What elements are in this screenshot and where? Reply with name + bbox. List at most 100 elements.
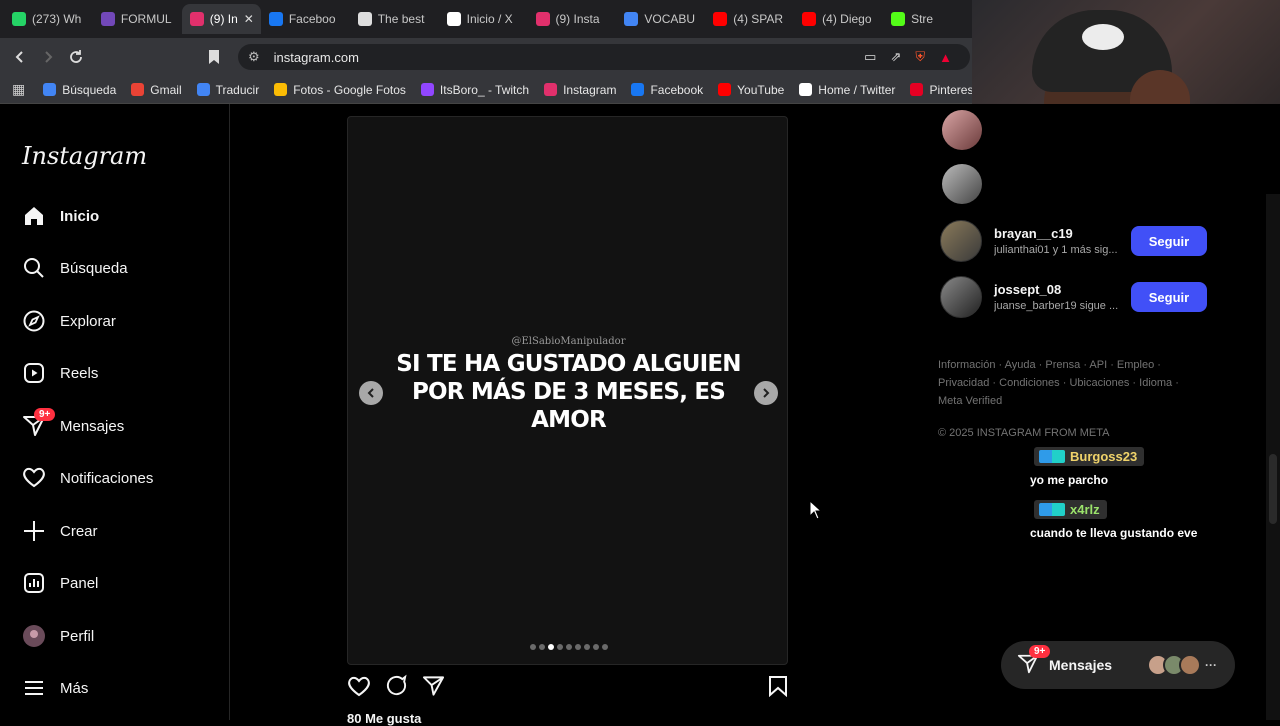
site-settings-icon[interactable]: ⚙: [248, 49, 260, 65]
like-button[interactable]: [347, 675, 371, 702]
bookmark-favicon-icon: [799, 83, 813, 96]
bookmark-favicon-icon: [910, 83, 924, 96]
nav-label: Búsqueda: [60, 259, 128, 277]
forward-button[interactable]: [34, 43, 62, 71]
bookmark-item[interactable]: Instagram: [544, 83, 616, 97]
tab-label: Faceboo: [288, 12, 336, 26]
share-post-button[interactable]: [422, 675, 445, 702]
menu-icon: [22, 676, 46, 700]
bookmark-label: Pinterest -: [929, 82, 972, 97]
bookmark-item[interactable]: Facebook: [631, 83, 703, 97]
messages-floating-button[interactable]: 9+ Mensajes ···: [1001, 641, 1235, 689]
bookmark-item[interactable]: Fotos - Google Fotos: [274, 83, 406, 97]
suggestion-avatar[interactable]: [942, 164, 982, 204]
bookmark-item[interactable]: Búsqueda: [43, 83, 116, 97]
bookmark-item[interactable]: Traducir: [196, 82, 260, 97]
search-icon: [22, 256, 46, 280]
comment-icon: [386, 674, 407, 696]
browser-tab[interactable]: VOCABU: [616, 4, 705, 34]
nav-item-avatar[interactable]: Perfil: [22, 624, 94, 648]
browser-tab[interactable]: FORMUL: [93, 4, 182, 34]
home-icon: [22, 204, 46, 228]
suggestion-avatar[interactable]: [940, 220, 982, 262]
bookmark-item[interactable]: YouTube: [718, 83, 784, 97]
browser-tab[interactable]: (9) In ✕: [181, 4, 261, 34]
browser-tab[interactable]: The best: [350, 4, 439, 34]
nav-item-home[interactable]: Inicio: [22, 204, 99, 228]
carousel-prev-button[interactable]: [359, 381, 383, 405]
messages-badge: 9+: [1029, 644, 1051, 658]
chevron-left-icon: [367, 388, 374, 398]
save-post-button[interactable]: [768, 675, 788, 702]
browser-tab[interactable]: Stre: [883, 4, 972, 34]
nav-label: Reels: [60, 364, 99, 382]
nav-item-menu[interactable]: Más: [22, 676, 88, 700]
cast-icon[interactable]: ▭: [864, 49, 876, 65]
carousel-dot: [538, 644, 545, 650]
post-text: SI TE HA GUSTADO ALGUIEN POR MÁS DE 3 ME…: [348, 350, 787, 434]
bookmark-favicon-icon: [718, 83, 732, 96]
apps-grid-icon[interactable]: ▦: [12, 81, 25, 98]
nav-item-messenger[interactable]: 9+ Mensajes: [22, 408, 124, 438]
footer-links-line[interactable]: Privacidad · Condiciones · Ubicaciones ·…: [938, 374, 1198, 392]
nav-item-reels[interactable]: Reels: [22, 361, 98, 385]
suggestion-row: jossept_08 juanse_barber19 sigue ...: [940, 276, 1124, 318]
carousel-dot: [547, 644, 554, 650]
suggestion-avatar[interactable]: [942, 110, 982, 150]
browser-tab[interactable]: (273) Wh: [4, 4, 93, 34]
suggestion-username[interactable]: jossept_08: [994, 282, 1124, 297]
browser-tab[interactable]: (4) Diego: [794, 4, 883, 34]
browser-tab[interactable]: Faceboo: [261, 4, 350, 34]
suggestion-avatar[interactable]: [940, 276, 982, 318]
nav-item-search[interactable]: Búsqueda: [22, 256, 128, 280]
browser-tab[interactable]: (9) Insta: [528, 4, 617, 34]
carousel-dot: [601, 644, 608, 650]
brave-shield-icon[interactable]: ⛨: [915, 49, 925, 65]
bookmark-label: Búsqueda: [62, 82, 117, 97]
heart-icon: [22, 466, 46, 490]
bookmark-label: Traducir: [215, 82, 260, 97]
post-watermark: @ElSabioManipulador: [511, 336, 626, 347]
carousel-next-button[interactable]: [754, 381, 778, 405]
forward-arrow-icon: [45, 51, 53, 63]
back-button[interactable]: [6, 43, 34, 71]
comment-button[interactable]: [385, 674, 408, 702]
nav-item-dashboard[interactable]: Panel: [22, 571, 98, 595]
page-scrollbar[interactable]: [1266, 194, 1280, 720]
suggestion-username[interactable]: brayan__c19: [994, 226, 1124, 241]
bookmark-item[interactable]: Pinterest -: [910, 83, 972, 97]
footer-links-line[interactable]: Información · Ayuda · Prensa · API · Emp…: [938, 356, 1198, 374]
back-arrow-icon: [15, 51, 23, 63]
footer-links-line[interactable]: Meta Verified: [938, 392, 1198, 410]
save-icon: [769, 675, 787, 697]
notification-badge: 9+: [34, 408, 56, 421]
share-icon[interactable]: ⇗: [890, 49, 901, 65]
browser-tab[interactable]: Inicio / X: [439, 4, 528, 34]
messages-label: Mensajes: [1049, 657, 1113, 673]
bookmark-item[interactable]: Home / Twitter: [799, 83, 895, 97]
bookmark-page-button[interactable]: [200, 43, 228, 71]
bookmark-item[interactable]: ItsBoro_ - Twitch: [420, 83, 529, 97]
instagram-logo[interactable]: Instagram: [22, 142, 147, 170]
follow-button[interactable]: Seguir: [1131, 282, 1207, 312]
close-tab-icon[interactable]: ✕: [244, 12, 254, 26]
nav-label: Explorar: [60, 312, 116, 330]
post-carousel[interactable]: @ElSabioManipulador SI TE HA GUSTADO ALG…: [347, 116, 788, 665]
bookmark-item[interactable]: Gmail: [131, 82, 182, 97]
bookmark-label: Gmail: [150, 82, 182, 97]
plus-icon: [22, 519, 46, 543]
bookmark-favicon-icon: [131, 83, 145, 96]
nav-item-plus[interactable]: Crear: [22, 519, 98, 543]
bookmark-favicon-icon: [43, 83, 57, 96]
brave-rewards-icon[interactable]: ▲: [939, 50, 952, 65]
nav-item-compass[interactable]: Explorar: [22, 309, 116, 333]
browser-tab[interactable]: (4) SPAR: [705, 4, 794, 34]
scrollbar-thumb[interactable]: [1269, 454, 1277, 524]
nav-item-heart[interactable]: Notificaciones: [22, 466, 153, 490]
reload-button[interactable]: [62, 43, 90, 71]
follow-button[interactable]: Seguir: [1131, 226, 1207, 256]
heart-icon: [348, 676, 370, 696]
x-icon: [446, 12, 461, 26]
like-count[interactable]: 80 Me gusta: [347, 711, 421, 726]
url-bar[interactable]: ⚙ instagram.com ▭ ⇗ ⛨ ▲: [238, 44, 970, 70]
